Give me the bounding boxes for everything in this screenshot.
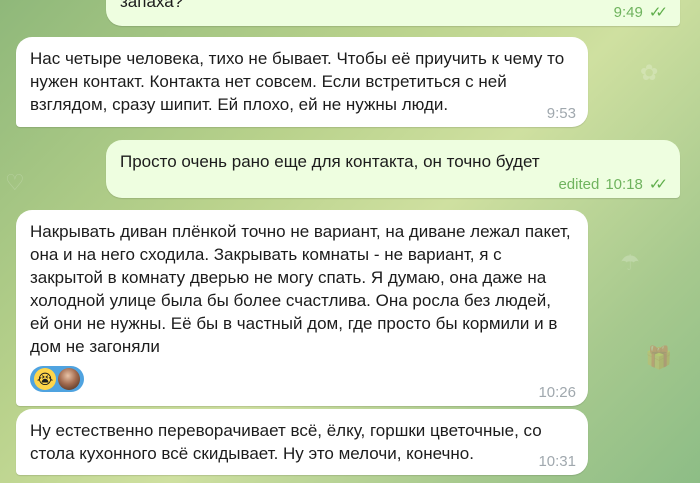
- message-bubble-incoming[interactable]: Нас четыре человека, тихо не бывает. Что…: [16, 37, 588, 127]
- chat-area: ✿ ☂ 🎁 ♡ запаха? 9:49 ✓✓ Нас четыре челов…: [0, 0, 700, 483]
- message-time: 9:49: [613, 4, 643, 21]
- edited-label: edited: [558, 176, 600, 193]
- reaction-chip[interactable]: 😭: [30, 366, 84, 392]
- message-text: Ну естественно переворачивает всё, ёлку,…: [30, 421, 542, 463]
- background-doodle-icon: ♡: [5, 170, 25, 195]
- message-bubble-outgoing[interactable]: запаха? 9:49 ✓✓: [106, 0, 680, 26]
- background-doodle-icon: 🎁: [645, 345, 673, 370]
- message-time: 9:53: [546, 105, 576, 122]
- message-bubble-incoming[interactable]: Ну естественно переворачивает всё, ёлку,…: [16, 409, 588, 475]
- message-time: 10:31: [538, 453, 576, 470]
- message-meta: 9:53: [547, 105, 576, 122]
- background-doodle-icon: ✿: [640, 60, 659, 85]
- read-checkmarks-icon: ✓✓: [648, 176, 668, 193]
- message-time: 10:18: [605, 176, 643, 193]
- crying-face-emoji-icon: 😭: [34, 368, 56, 390]
- reactor-avatar: [58, 368, 80, 390]
- background-doodle-icon: ☂: [620, 250, 640, 275]
- message-text: запаха?: [120, 0, 184, 11]
- message-time: 10:26: [538, 384, 576, 401]
- message-text: Нас четыре человека, тихо не бывает. Что…: [30, 49, 565, 114]
- message-bubble-outgoing[interactable]: Просто очень рано еще для контакта, он т…: [106, 140, 680, 198]
- read-checkmarks-icon: ✓✓: [648, 4, 668, 21]
- message-text: Просто очень рано еще для контакта, он т…: [120, 152, 540, 171]
- message-meta: 10:26: [538, 384, 576, 401]
- message-text: Накрывать диван плёнкой точно не вариант…: [30, 222, 571, 356]
- message-bubble-incoming[interactable]: Накрывать диван плёнкой точно не вариант…: [16, 210, 588, 406]
- message-meta: 10:31: [538, 453, 576, 470]
- message-meta: 9:49 ✓✓: [614, 4, 668, 21]
- message-meta: edited 10:18 ✓✓: [558, 176, 668, 193]
